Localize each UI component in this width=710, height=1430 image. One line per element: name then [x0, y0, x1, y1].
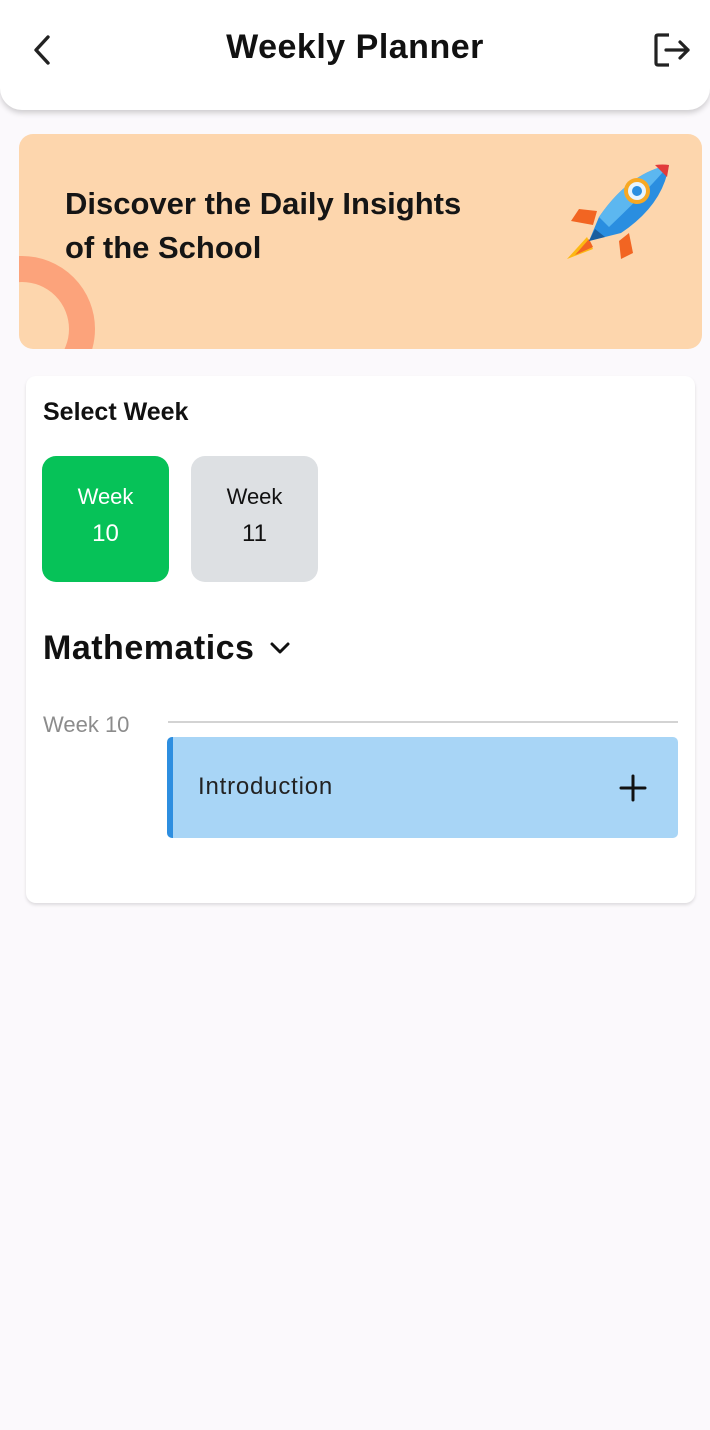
- add-topic-button[interactable]: [618, 773, 648, 803]
- planner-card: Select Week Week 10 Week 11 Mathematics …: [26, 376, 695, 903]
- banner-text-line2: of the School: [65, 230, 262, 265]
- plus-icon: [619, 774, 647, 802]
- chevron-down-icon: [268, 640, 292, 656]
- week-chip-label: Week: [226, 484, 283, 509]
- logout-icon: [654, 33, 690, 67]
- select-week-heading: Select Week: [43, 398, 189, 426]
- subject-dropdown[interactable]: Mathematics: [43, 626, 292, 670]
- topic-title: Introduction: [198, 773, 334, 800]
- app-header: Weekly Planner: [0, 0, 710, 110]
- week-chip-10[interactable]: Week 10: [42, 456, 169, 582]
- week-chip-number: 10: [92, 520, 119, 547]
- schedule-week-label: Week 10: [43, 712, 130, 737]
- week-chip-label: Week: [77, 484, 134, 509]
- insights-banner: Discover the Daily Insights of the Schoo…: [19, 134, 702, 349]
- logout-button[interactable]: [650, 30, 694, 70]
- week-chip-11[interactable]: Week 11: [191, 456, 318, 582]
- week-chip-number: 11: [242, 520, 267, 547]
- banner-text: Discover the Daily Insights of the Schoo…: [65, 182, 545, 270]
- subject-name: Mathematics: [43, 628, 255, 667]
- divider: [168, 721, 678, 723]
- rocket-icon: [567, 164, 669, 259]
- page-title: Weekly Planner: [226, 28, 484, 66]
- banner-text-line1: Discover the Daily Insights: [65, 186, 462, 221]
- topic-item[interactable]: Introduction: [167, 737, 678, 838]
